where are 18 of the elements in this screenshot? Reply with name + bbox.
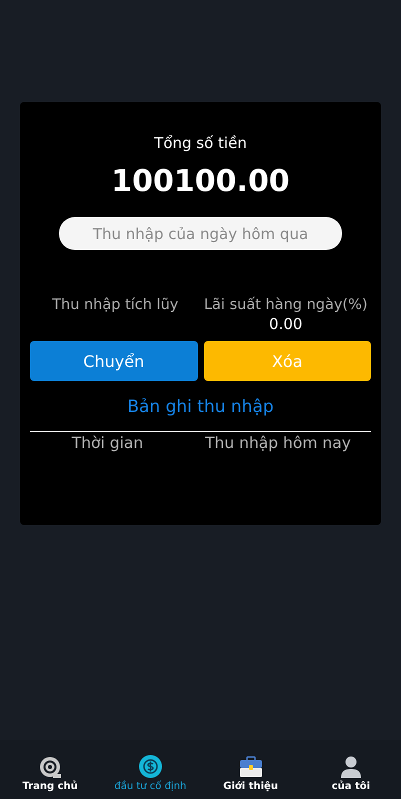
input-field[interactable]: Thu nhập của ngày hôm qua bbox=[59, 217, 342, 250]
stat-value: 0.00 bbox=[269, 315, 302, 333]
tab[interactable]: của tôi bbox=[300, 740, 401, 799]
tab[interactable]: đầu tư cố định bbox=[100, 740, 200, 799]
total-title: Tổng số tiền bbox=[154, 134, 247, 152]
dollar-icon bbox=[138, 755, 162, 778]
briefcase-icon bbox=[240, 756, 262, 778]
tab[interactable]: Giới thiệu bbox=[200, 740, 301, 799]
stat-label: Thu nhập tích lũy bbox=[52, 297, 178, 313]
tab[interactable]: Trang chủ bbox=[0, 740, 100, 799]
transfer-button[interactable]: Chuyển bbox=[30, 341, 198, 381]
column-header: Thời gian bbox=[70, 434, 144, 452]
records-link[interactable]: Bản ghi thu nhập bbox=[127, 397, 274, 417]
column-header: Thu nhập hôm nay bbox=[204, 434, 352, 452]
target-icon bbox=[39, 756, 62, 778]
user-icon bbox=[340, 756, 361, 778]
total-amount: 100100.00 bbox=[111, 164, 290, 199]
stat-label: Lãi suất hàng ngày(%) bbox=[204, 297, 368, 313]
